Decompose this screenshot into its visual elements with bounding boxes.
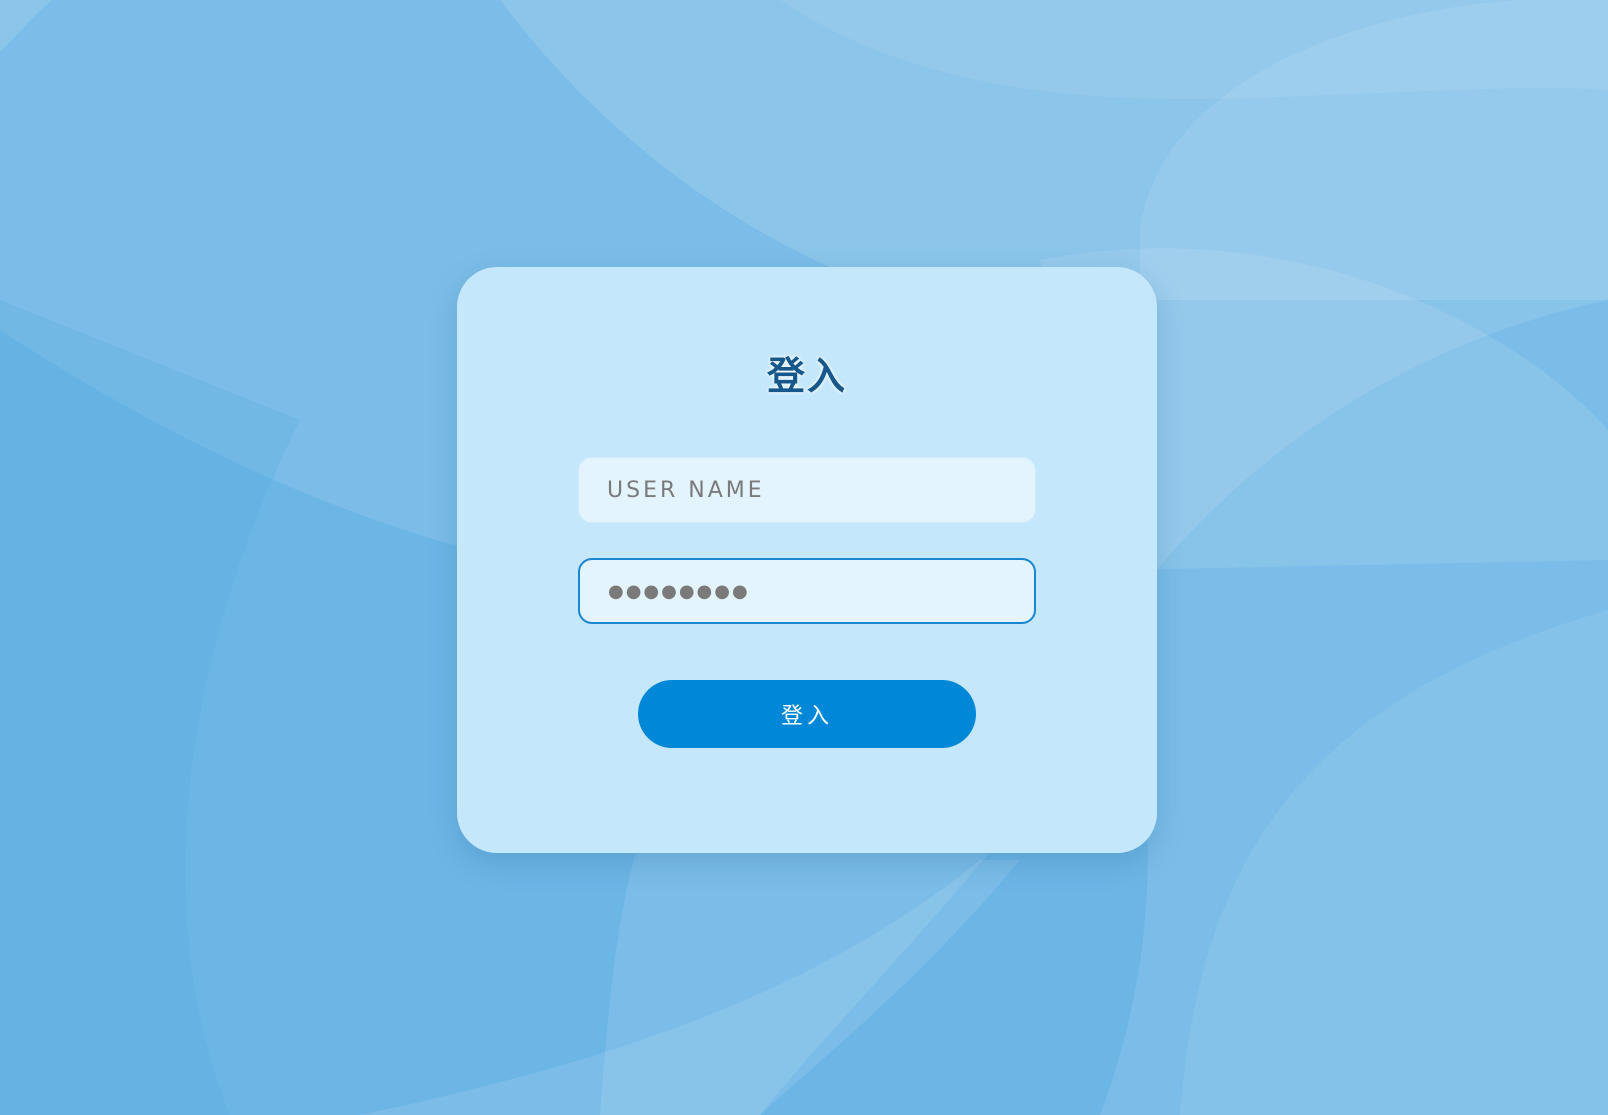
login-button[interactable]: 登入 (638, 680, 976, 748)
login-card: 登入 USER NAME ●●●●●●●● 登入 (457, 267, 1157, 853)
login-title: 登入 (766, 354, 847, 398)
login-button-label: 登入 (780, 704, 833, 729)
username-placeholder: USER NAME (607, 477, 765, 503)
username-input[interactable]: USER NAME (578, 457, 1036, 523)
password-input[interactable]: ●●●●●●●● (578, 558, 1036, 624)
password-masked-value: ●●●●●●●● (608, 580, 750, 602)
